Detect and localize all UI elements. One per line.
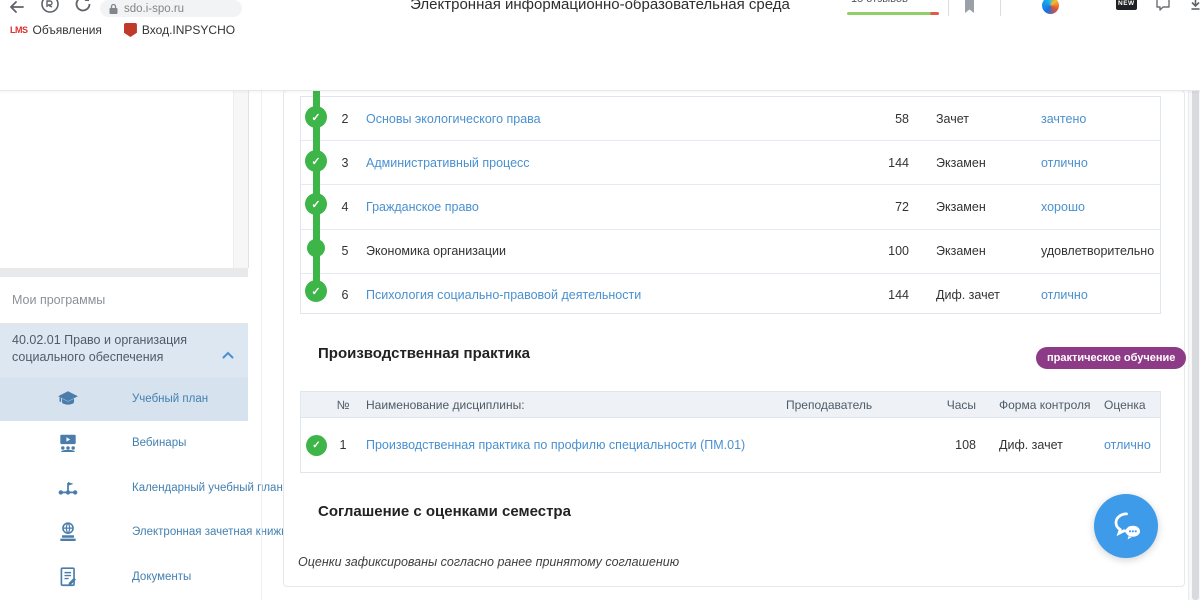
table-row: 2 Основы экологического права 58 Зачет з…	[301, 97, 1160, 140]
bookmark-icon[interactable]	[962, 0, 977, 14]
grade-link[interactable]: зачтено	[1041, 97, 1086, 140]
program-title: 40.02.01 Право и организация социального…	[12, 332, 207, 366]
graduation-cap-icon	[48, 377, 88, 421]
completed-check-icon: ✓	[305, 193, 327, 215]
webinar-icon	[48, 421, 88, 465]
practical-training-badge[interactable]: практическое обучение	[1036, 347, 1186, 369]
table-row: ✓ 1 Производственная практика по профилю…	[301, 418, 1160, 472]
browser-page-title: Электронная информационно-образовательна…	[0, 0, 1200, 13]
table-row: 6 Психология социально-правовой деятельн…	[301, 273, 1160, 317]
sidebar-item-study-plan[interactable]: Учебный план	[0, 377, 248, 421]
sidebar-horizontal-scrollbar[interactable]	[0, 268, 248, 277]
grades-table: 2 Основы экологического права 58 Зачет з…	[300, 96, 1161, 314]
sidebar-item-calendar-plan[interactable]: Календарный учебный план	[0, 466, 248, 510]
discipline-link[interactable]: Производственная практика по профилю спе…	[366, 418, 745, 472]
bookmark-inpsycho[interactable]: Вход.INPSYCHO	[124, 23, 235, 37]
completed-check-icon: ✓	[305, 280, 327, 302]
grade-text: удовлетворительно	[1041, 230, 1154, 273]
document-pen-icon	[48, 555, 88, 599]
discipline-link[interactable]: Психология социально-правовой деятельнос…	[366, 274, 641, 317]
agreement-section-title: Соглашение с оценками семестра	[318, 503, 571, 520]
reviews-extension-badge[interactable]: 15 отзывов	[845, 0, 945, 17]
grade-link[interactable]: отлично	[1104, 418, 1151, 472]
divider	[261, 90, 262, 600]
new-extension-badge[interactable]: NEW	[1116, 0, 1137, 10]
discipline-name: Экономика организации	[366, 230, 506, 273]
globe-books-icon	[48, 510, 88, 554]
table-row: 4 Гражданское право 72 Экзамен хорошо	[301, 184, 1160, 228]
sidebar-item-webinars[interactable]: Вебинары	[0, 421, 248, 465]
lms-favicon: LMS	[10, 25, 28, 35]
reviews-progress-bar	[847, 12, 939, 15]
sidebar-section-label: Мои программы	[12, 277, 248, 323]
bookmark-announcements[interactable]: LMS Объявления	[10, 23, 102, 37]
download-icon[interactable]	[1190, 0, 1200, 12]
timeline-icon	[48, 466, 88, 510]
table-row: 5 Экономика организации 100 Экзамен удов…	[301, 229, 1160, 273]
agreement-note: Оценки зафиксированы согласно ранее прин…	[298, 555, 679, 569]
discipline-link[interactable]: Основы экологического права	[366, 97, 541, 140]
practice-table-header: № Наименование дисциплины: Преподаватель…	[301, 392, 1160, 418]
bookmarks-bar: LMS Объявления Вход.INPSYCHO	[0, 18, 1200, 43]
table-row: 3 Административный процесс 144 Экзамен о…	[301, 140, 1160, 184]
completed-check-icon: ✓	[305, 150, 327, 172]
support-chat-button[interactable]	[1094, 494, 1158, 558]
sidebar-item-documents[interactable]: Документы	[0, 555, 248, 599]
sidebar-item-gradebook[interactable]: Электронная зачетная книжка	[0, 510, 248, 554]
sidebar-top-panel	[0, 90, 249, 268]
completed-check-icon: ✓	[305, 106, 327, 128]
practice-section-title: Производственная практика	[318, 345, 530, 362]
discipline-link[interactable]: Административный процесс	[366, 141, 530, 184]
emblem-favicon	[124, 23, 137, 37]
sidebar-scrollbar[interactable]	[233, 90, 248, 268]
browser-toolbar: sdo.i-spo.ru Электронная информационно-о…	[0, 0, 1200, 18]
grade-link[interactable]: отлично	[1041, 141, 1088, 184]
practice-table: № Наименование дисциплины: Преподаватель…	[300, 391, 1161, 473]
feedback-dialog-icon[interactable]	[1155, 0, 1172, 12]
toolbar-separator	[948, 0, 949, 16]
grade-link[interactable]: отлично	[1041, 274, 1088, 317]
toolbar-separator	[1000, 0, 1001, 16]
chevron-up-icon	[222, 346, 234, 364]
app-header	[0, 42, 1200, 91]
discipline-link[interactable]: Гражданское право	[366, 185, 479, 228]
sidebar-program-item[interactable]: 40.02.01 Право и организация социального…	[0, 324, 248, 377]
page-scrollbar-thumb[interactable]	[1192, 42, 1199, 600]
completed-check-icon: ✓	[306, 435, 327, 456]
in-progress-dot-icon	[307, 239, 325, 257]
grade-link[interactable]: хорошо	[1041, 185, 1085, 228]
